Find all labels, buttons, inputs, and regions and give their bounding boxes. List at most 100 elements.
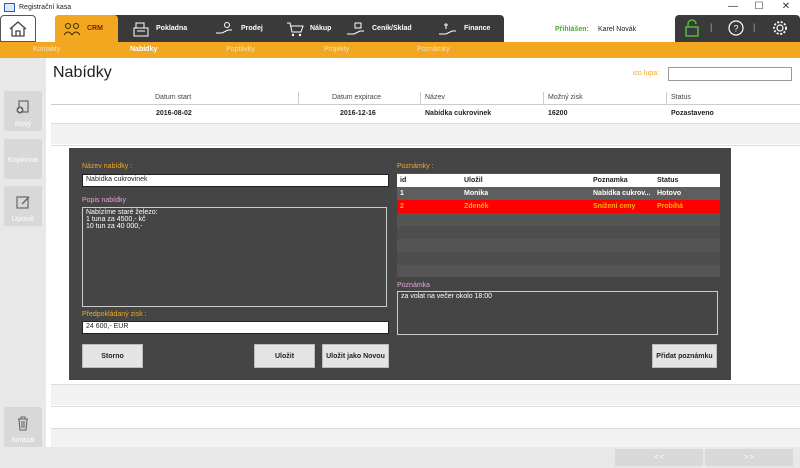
cell-status: Pozastaveno	[671, 110, 714, 117]
nav-label-finance: Finance	[464, 25, 491, 32]
nav-label-prodej: Prodej	[241, 25, 263, 32]
maximize-button[interactable]: ☐	[746, 0, 772, 14]
column-separator	[298, 92, 299, 104]
hand-box-icon	[347, 22, 364, 34]
help-icon: ?	[728, 20, 744, 36]
next-page-button[interactable]: > >	[705, 449, 793, 466]
note-textarea[interactable]: za volat na večer okolo 18:00	[397, 291, 718, 335]
new-button-label: Nový	[15, 121, 31, 128]
note-saved-by: Zdeněk	[464, 203, 489, 210]
add-note-button[interactable]: Přidat poznámku	[652, 344, 717, 368]
nav-item-pokladna[interactable]: Pokladna	[131, 15, 187, 42]
settings-button[interactable]	[772, 20, 788, 38]
window-titlebar: Registrační kasa	[0, 0, 800, 14]
window-title: Registrační kasa	[19, 3, 72, 11]
hand-money-icon	[439, 22, 456, 34]
empty-row	[51, 385, 800, 405]
sub-nav-bar	[0, 42, 800, 58]
cash-register-icon	[133, 22, 149, 36]
note-status: Probíhá	[657, 203, 684, 210]
offer-description-label: Popis nabídky	[82, 197, 126, 204]
offer-description-textarea[interactable]: Nabízíme staré železo: 1 tuna za 4500,- …	[82, 207, 387, 307]
nav-label-nakup: Nákup	[310, 25, 332, 32]
column-separator	[543, 92, 544, 104]
app-icon	[4, 2, 15, 12]
column-header-start[interactable]: Datum start	[155, 91, 191, 105]
notes-table-row[interactable]: 1 Monika Nabídka cukrov... Hotovo	[397, 187, 720, 200]
subnav-item-kontakty[interactable]: Kontakty	[33, 42, 60, 58]
note-label: Poznámka	[397, 282, 431, 289]
hand-coin-icon	[216, 21, 232, 33]
column-header-expiry[interactable]: Datum expirace	[332, 91, 381, 105]
notes-column-saved-by[interactable]: Uložil	[461, 174, 590, 187]
notes-column-status[interactable]: Status	[654, 174, 720, 187]
cell-start-date: 2016-08-02	[156, 110, 192, 117]
cancel-button[interactable]: Storno	[82, 344, 143, 368]
cell-name: Nabídka cukrovinek	[425, 110, 492, 117]
edit-icon	[16, 196, 30, 209]
new-button[interactable]: Nový	[4, 91, 42, 131]
nav-item-cenik-sklad[interactable]: Ceník/Sklad	[345, 15, 412, 42]
lock-button[interactable]	[684, 19, 700, 39]
new-document-icon	[16, 100, 29, 114]
subnav-item-poptavky[interactable]: Poptávky	[226, 42, 255, 58]
expected-profit-label: Předpokládaný zisk :	[82, 311, 147, 318]
save-button[interactable]: Uložit	[254, 344, 315, 368]
edit-button-label: Upravit	[11, 216, 35, 223]
close-button[interactable]: ✕	[773, 0, 799, 14]
column-header-profit[interactable]: Možný zisk	[548, 91, 583, 105]
note-text: Nabídka cukrov...	[593, 190, 651, 197]
note-status: Hotovo	[657, 190, 682, 197]
notes-table-row-selected[interactable]: 2 Zdeněk Snížení ceny Probíhá	[397, 200, 720, 213]
empty-row	[51, 124, 800, 144]
row-divider	[51, 145, 800, 146]
home-button[interactable]	[0, 15, 36, 42]
column-separator	[666, 92, 667, 104]
svg-text:?: ?	[733, 24, 738, 34]
offer-name-label: Název nabídky :	[82, 163, 133, 170]
subnav-item-poznamky[interactable]: Poznámky	[417, 42, 450, 58]
description-line: 1 tuna za 4500,- kč	[86, 216, 146, 223]
nav-item-crm[interactable]: CRM	[62, 15, 103, 42]
nav-label-crm: CRM	[87, 25, 103, 32]
people-icon	[63, 22, 81, 35]
copy-button[interactable]: Kopírovat	[4, 139, 42, 179]
subnav-item-nabidky[interactable]: Nabídky	[130, 42, 157, 58]
save-as-new-button[interactable]: Uložit jako Novou	[322, 344, 389, 368]
nav-item-prodej[interactable]: Prodej	[214, 15, 263, 42]
nav-label-cenik-sklad: Ceník/Sklad	[372, 25, 412, 32]
column-header-name[interactable]: Název	[425, 91, 445, 105]
previous-page-button[interactable]: < <	[615, 449, 703, 466]
login-label: Přihlášen:	[555, 26, 589, 33]
utility-separator: |	[710, 22, 713, 32]
edit-button[interactable]: Upravit	[4, 186, 42, 226]
minimize-button[interactable]: —	[720, 0, 746, 14]
column-header-status[interactable]: Status	[671, 91, 691, 105]
gear-icon	[773, 21, 787, 35]
offer-name-input[interactable]: Nabídka cukrovinek	[82, 174, 389, 187]
home-icon	[9, 20, 27, 37]
notes-column-note[interactable]: Poznamka	[590, 174, 654, 187]
note-id: 2	[400, 203, 404, 210]
notes-empty-row	[397, 226, 720, 239]
notes-empty-row	[397, 252, 720, 265]
empty-row	[51, 429, 800, 447]
help-button[interactable]: ?	[728, 20, 744, 38]
notes-label: Poznámky :	[397, 163, 434, 170]
nav-label-pokladna: Pokladna	[156, 25, 188, 32]
cell-expiry-date: 2016-12-16	[340, 110, 376, 117]
subnav-item-projekty[interactable]: Projekty	[324, 42, 349, 58]
delete-button-label: Smazat	[11, 437, 35, 444]
nav-item-nakup[interactable]: Nákup	[285, 15, 331, 42]
note-saved-by: Monika	[464, 190, 489, 197]
description-line: Nabízíme staré železo:	[86, 209, 158, 216]
cart-icon	[287, 22, 304, 36]
expected-profit-input[interactable]: 24 600,- EUR	[82, 321, 389, 334]
delete-button[interactable]: Smazat	[4, 407, 42, 447]
search-input[interactable]	[668, 67, 792, 81]
login-user-name: Karel Novák	[598, 26, 637, 33]
column-separator	[420, 92, 421, 104]
notes-column-id[interactable]: id	[397, 174, 461, 187]
note-text: Snížení ceny	[593, 203, 636, 210]
nav-item-finance[interactable]: Finance	[437, 15, 490, 42]
